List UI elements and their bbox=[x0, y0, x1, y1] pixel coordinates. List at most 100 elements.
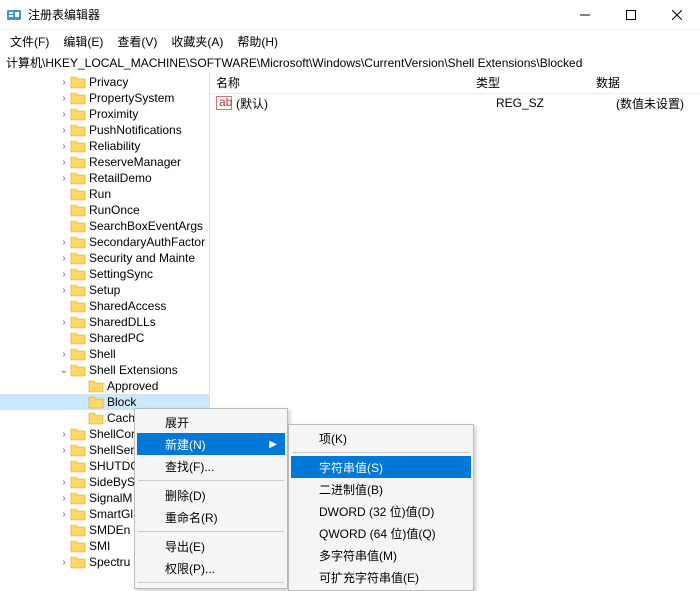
tree-item-label: Privacy bbox=[89, 75, 128, 89]
tree-item-label: Setup bbox=[89, 283, 120, 297]
chevron-right-icon[interactable]: › bbox=[58, 285, 70, 296]
menu-favorites[interactable]: 收藏夹(A) bbox=[171, 33, 223, 50]
tree-item[interactable]: › Setup bbox=[0, 282, 209, 298]
menu-find[interactable]: 查找(F)... bbox=[137, 455, 285, 477]
window-title: 注册表编辑器 bbox=[28, 6, 562, 23]
tree-item[interactable]: › PropertySystem bbox=[0, 90, 209, 106]
folder-icon bbox=[88, 395, 104, 409]
tree-item[interactable]: › SecondaryAuthFactor bbox=[0, 234, 209, 250]
tree-item[interactable]: ›Shell bbox=[0, 346, 209, 362]
menu-new-expand[interactable]: 可扩充字符串值(E) bbox=[291, 566, 471, 588]
tree-item[interactable]: ⌄Shell Extensions bbox=[0, 362, 209, 378]
tree-item[interactable]: RunOnce bbox=[0, 202, 209, 218]
menu-view[interactable]: 查看(V) bbox=[117, 33, 157, 50]
folder-icon bbox=[70, 315, 86, 329]
folder-icon bbox=[70, 139, 86, 153]
menu-separator bbox=[292, 452, 470, 453]
tree-item-label: SettingSync bbox=[89, 267, 153, 281]
chevron-right-icon[interactable]: › bbox=[58, 493, 70, 504]
folder-icon bbox=[70, 459, 86, 473]
menu-new[interactable]: 新建(N)▶ bbox=[137, 433, 285, 455]
value-name: (默认) bbox=[236, 95, 496, 112]
tree-item[interactable]: › Privacy bbox=[0, 74, 209, 90]
menu-export[interactable]: 导出(E) bbox=[137, 535, 285, 557]
col-name[interactable]: 名称 bbox=[216, 74, 476, 91]
tree-item[interactable]: ›ReserveManager bbox=[0, 154, 209, 170]
menu-permissions[interactable]: 权限(P)... bbox=[137, 557, 285, 579]
tree-item[interactable]: Run bbox=[0, 186, 209, 202]
menu-new-string[interactable]: 字符串值(S) bbox=[291, 456, 471, 478]
menu-expand[interactable]: 展开 bbox=[137, 411, 285, 433]
chevron-right-icon[interactable]: › bbox=[58, 93, 70, 104]
tree-item[interactable]: SharedAccess bbox=[0, 298, 209, 314]
chevron-right-icon[interactable]: › bbox=[58, 477, 70, 488]
chevron-right-icon[interactable]: › bbox=[58, 237, 70, 248]
regedit-icon bbox=[6, 7, 22, 23]
chevron-right-icon[interactable]: › bbox=[58, 125, 70, 136]
maximize-button[interactable] bbox=[608, 0, 654, 30]
menu-new-multi[interactable]: 多字符串值(M) bbox=[291, 544, 471, 566]
col-data[interactable]: 数据 bbox=[596, 74, 700, 91]
tree-item-label: PropertySystem bbox=[89, 91, 174, 105]
address-bar[interactable]: 计算机\HKEY_LOCAL_MACHINE\SOFTWARE\Microsof… bbox=[0, 52, 700, 72]
menu-help[interactable]: 帮助(H) bbox=[237, 33, 278, 50]
tree-item[interactable]: › SettingSync bbox=[0, 266, 209, 282]
chevron-down-icon[interactable]: ⌄ bbox=[58, 365, 70, 376]
menu-separator bbox=[138, 582, 284, 583]
tree-item[interactable]: ›Security and Mainte bbox=[0, 250, 209, 266]
close-button[interactable] bbox=[654, 0, 700, 30]
tree-item[interactable]: › PushNotifications bbox=[0, 122, 209, 138]
chevron-right-icon[interactable]: › bbox=[58, 557, 70, 568]
col-type[interactable]: 类型 bbox=[476, 74, 596, 91]
menu-file[interactable]: 文件(F) bbox=[10, 33, 49, 50]
tree-item[interactable]: › RetailDemo bbox=[0, 170, 209, 186]
chevron-right-icon[interactable]: › bbox=[58, 509, 70, 520]
folder-icon bbox=[70, 107, 86, 121]
tree-item-label: Run bbox=[89, 187, 111, 201]
chevron-right-icon[interactable]: › bbox=[58, 349, 70, 360]
chevron-right-icon[interactable]: › bbox=[58, 77, 70, 88]
folder-icon bbox=[70, 91, 86, 105]
chevron-right-icon[interactable]: › bbox=[58, 445, 70, 456]
folder-icon bbox=[70, 251, 86, 265]
chevron-right-icon[interactable]: › bbox=[58, 429, 70, 440]
menu-edit[interactable]: 编辑(E) bbox=[63, 33, 103, 50]
tree-item[interactable]: Approved bbox=[0, 378, 209, 394]
chevron-right-icon[interactable]: › bbox=[58, 253, 70, 264]
folder-icon bbox=[70, 123, 86, 137]
tree-item-label: SecondaryAuthFactor bbox=[89, 235, 205, 249]
tree-item-label: ShellCor bbox=[89, 427, 135, 441]
list-row[interactable]: ab (默认) REG_SZ (数值未设置) bbox=[210, 94, 700, 112]
folder-icon bbox=[88, 411, 104, 425]
menu-new-key[interactable]: 项(K) bbox=[291, 427, 471, 449]
list-header: 名称 类型 数据 bbox=[210, 72, 700, 94]
tree-item[interactable]: SearchBoxEventArgs bbox=[0, 218, 209, 234]
tree-item[interactable]: ›Reliability bbox=[0, 138, 209, 154]
menubar: 文件(F) 编辑(E) 查看(V) 收藏夹(A) 帮助(H) bbox=[0, 30, 700, 52]
tree-item-label: RetailDemo bbox=[89, 171, 152, 185]
menu-new-dword[interactable]: DWORD (32 位)值(D) bbox=[291, 500, 471, 522]
chevron-right-icon[interactable]: › bbox=[58, 109, 70, 120]
tree-item-label: SignalM bbox=[89, 491, 132, 505]
folder-icon bbox=[70, 523, 86, 537]
tree-item-label: PushNotifications bbox=[89, 123, 182, 137]
tree-item-label: Spectru bbox=[89, 555, 130, 569]
chevron-right-icon[interactable]: › bbox=[58, 141, 70, 152]
chevron-right-icon[interactable]: › bbox=[58, 157, 70, 168]
tree-item-label: SMI bbox=[89, 539, 110, 553]
chevron-right-icon[interactable]: › bbox=[58, 317, 70, 328]
tree-item[interactable]: SharedPC bbox=[0, 330, 209, 346]
menu-separator bbox=[138, 531, 284, 532]
menu-rename[interactable]: 重命名(R) bbox=[137, 506, 285, 528]
folder-icon bbox=[70, 347, 86, 361]
chevron-right-icon[interactable]: › bbox=[58, 173, 70, 184]
tree-item[interactable]: ›SharedDLLs bbox=[0, 314, 209, 330]
tree-item[interactable]: ›Proximity bbox=[0, 106, 209, 122]
menu-new-binary[interactable]: 二进制值(B) bbox=[291, 478, 471, 500]
folder-icon bbox=[70, 555, 86, 569]
menu-new-qword[interactable]: QWORD (64 位)值(Q) bbox=[291, 522, 471, 544]
menu-delete[interactable]: 删除(D) bbox=[137, 484, 285, 506]
tree-item-label: SharedPC bbox=[89, 331, 144, 345]
chevron-right-icon[interactable]: › bbox=[58, 269, 70, 280]
minimize-button[interactable] bbox=[562, 0, 608, 30]
